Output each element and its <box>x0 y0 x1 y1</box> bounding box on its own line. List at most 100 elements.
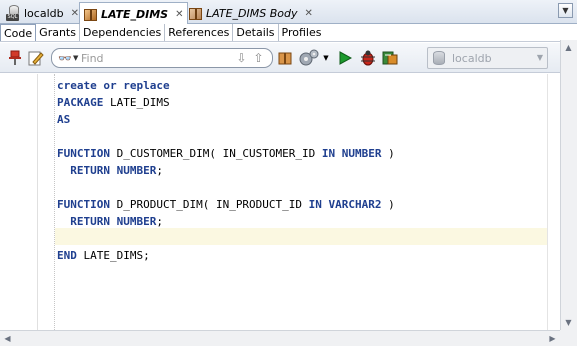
find-input[interactable] <box>81 51 231 65</box>
vertical-scrollbar[interactable]: ▲ ▼ <box>560 40 577 330</box>
connection-select[interactable]: localdb ▼ <box>427 47 548 69</box>
code-line[interactable]: AS <box>57 111 70 128</box>
find-previous-button[interactable]: ⇧ <box>251 51 266 66</box>
package-compile-icon <box>278 52 292 65</box>
debug-button[interactable] <box>359 49 377 67</box>
doc-tab-label: localdb <box>24 6 64 20</box>
code-keyword: IN <box>321 147 336 160</box>
arrow-down-icon: ⇩ <box>236 51 247 65</box>
arrow-up-icon: ▲ <box>565 43 572 52</box>
horizontal-scrollbar[interactable]: ◀ ▶ <box>0 330 560 346</box>
code-keyword: PACKAGE <box>57 96 104 109</box>
code-token: ) <box>381 147 395 160</box>
arrow-right-icon: ▶ <box>549 334 556 343</box>
tab-profiles[interactable]: Profiles <box>279 24 325 41</box>
code-line[interactable]: RETURN NUMBER; <box>57 162 163 179</box>
bug-icon <box>361 50 375 66</box>
code-keyword: VARCHAR2 <box>328 198 382 211</box>
profiler-icon <box>382 51 398 65</box>
doc-tab-label: LATE_DIMS Body <box>206 6 298 20</box>
binoculars-icon: 👓 <box>58 52 72 65</box>
run-icon <box>339 51 352 65</box>
tab-grants[interactable]: Grants <box>36 24 80 41</box>
connection-value: localdb <box>452 52 492 65</box>
code-keyword: create or replace <box>57 79 170 92</box>
find-field[interactable]: 👓 ▼ ⇩ ⇧ <box>51 48 273 68</box>
arrow-up-icon: ⇧ <box>253 51 264 65</box>
find-next-button[interactable]: ⇩ <box>234 51 249 66</box>
arrow-down-icon: ▼ <box>565 318 572 327</box>
scrollbar-corner <box>560 330 577 346</box>
right-margin-line <box>547 74 548 330</box>
code-line[interactable]: create or replace <box>57 77 170 94</box>
chevron-down-icon: ▼ <box>536 53 543 62</box>
tab-details[interactable]: Details <box>233 24 279 41</box>
code-keyword: NUMBER <box>341 147 382 160</box>
code-line[interactable]: FUNCTION D_CUSTOMER_DIM( IN_CUSTOMER_ID … <box>57 145 395 162</box>
code-token: LATE_DIMS; <box>76 249 150 262</box>
package-icon <box>83 7 98 22</box>
code-keyword: RETURN <box>70 215 110 228</box>
code-line[interactable]: RETURN NUMBER; <box>57 213 163 230</box>
edit-icon <box>28 51 44 66</box>
code-token: ; <box>156 164 163 177</box>
database-sql-icon: SQL <box>6 5 21 21</box>
doc-tab-late-dims[interactable]: LATE_DIMS ✕ <box>79 2 189 25</box>
tab-dependencies[interactable]: Dependencies <box>80 24 166 41</box>
chevron-down-icon: ▼ <box>323 54 329 62</box>
arrow-left-icon: ◀ <box>4 334 11 343</box>
code-keyword: END <box>57 249 77 262</box>
code-keyword: RETURN <box>70 164 110 177</box>
code-keyword: IN <box>308 198 322 211</box>
code-keyword: FUNCTION <box>57 198 110 211</box>
code-line[interactable]: PACKAGE LATE_DIMS <box>57 94 170 111</box>
edit-button[interactable] <box>27 49 45 67</box>
editor-sub-tabs: Code Grants Dependencies References Deta… <box>0 24 577 42</box>
code-keyword: NUMBER <box>116 215 157 228</box>
doc-tab-label: LATE_DIMS <box>101 7 169 21</box>
compile-button[interactable] <box>276 49 294 67</box>
scroll-right-button[interactable]: ▶ <box>545 331 560 346</box>
code-token: D_PRODUCT_DIM( IN_PRODUCT_ID <box>109 198 309 211</box>
code-line[interactable]: END LATE_DIMS; <box>57 247 150 264</box>
code-token: D_CUSTOMER_DIM( IN_CUSTOMER_ID <box>109 147 322 160</box>
gear-icon <box>299 49 319 66</box>
pin-icon <box>9 50 21 65</box>
document-tab-strip: SQL localdb ✕ LATE_DIMS ✕ LATE_DIMS Body… <box>0 0 577 25</box>
settings-button[interactable] <box>297 49 321 67</box>
tab-list-dropdown-button[interactable]: ▼ <box>558 3 573 18</box>
doc-tab-localdb[interactable]: SQL localdb ✕ <box>3 2 83 24</box>
scroll-up-button[interactable]: ▲ <box>561 40 576 55</box>
scroll-down-button[interactable]: ▼ <box>561 315 576 330</box>
code-keyword: FUNCTION <box>57 147 110 160</box>
close-icon[interactable]: ✕ <box>175 9 183 20</box>
code-line[interactable]: FUNCTION D_PRODUCT_DIM( IN_PRODUCT_ID IN… <box>57 196 395 213</box>
close-icon[interactable]: ✕ <box>71 8 79 19</box>
close-icon[interactable]: ✕ <box>304 8 312 19</box>
chevron-down-icon[interactable]: ▼ <box>73 54 78 62</box>
profile-button[interactable] <box>381 49 399 67</box>
run-button[interactable] <box>336 49 354 67</box>
code-editor[interactable]: create or replace PACKAGE LATE_DIMS AS FUNC… <box>0 74 560 330</box>
code-keyword: AS <box>57 113 71 126</box>
database-icon <box>433 51 445 65</box>
tab-references[interactable]: References <box>165 24 234 41</box>
code-token: LATE_DIMS <box>103 96 170 109</box>
current-line-highlight <box>55 228 548 245</box>
editor-toolbar: 👓 ▼ ⇩ ⇧ ▼ localdb ▼ <box>0 43 577 73</box>
scroll-left-button[interactable]: ◀ <box>0 331 15 346</box>
package-body-icon <box>188 6 203 21</box>
code-token: ) <box>381 198 395 211</box>
doc-tab-late-dims-body[interactable]: LATE_DIMS Body ✕ <box>185 2 317 24</box>
fold-guide <box>54 74 55 330</box>
settings-dropdown[interactable]: ▼ <box>321 49 331 67</box>
pin-button[interactable] <box>6 49 24 67</box>
tab-code[interactable]: Code <box>0 24 37 41</box>
line-gutter[interactable] <box>0 74 38 330</box>
